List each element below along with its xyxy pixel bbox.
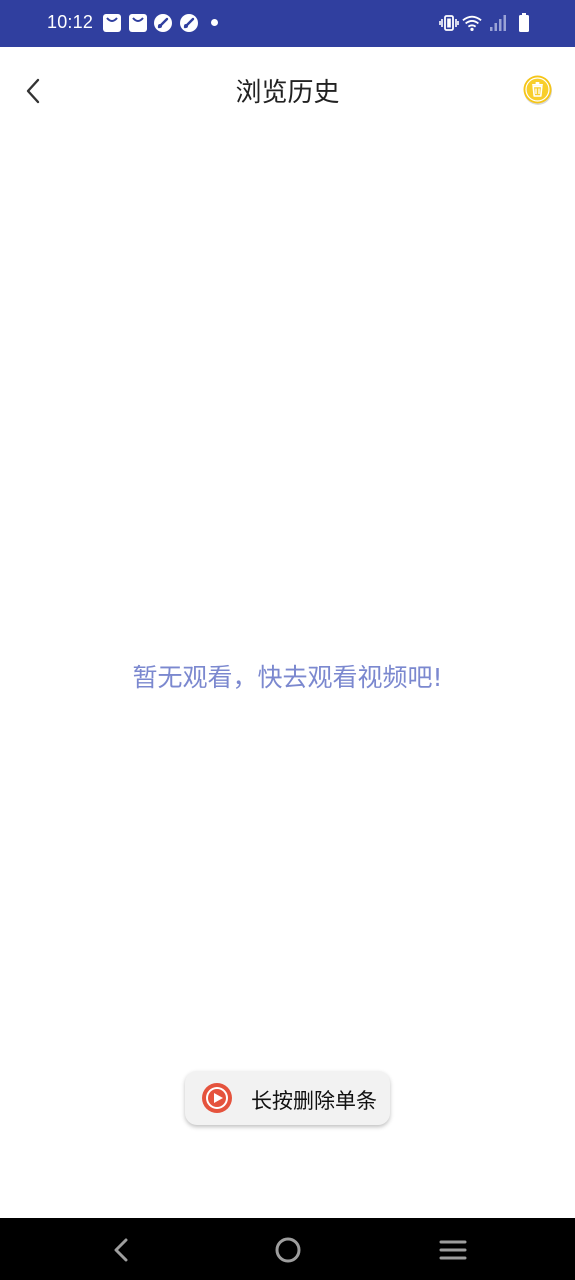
cellular-signal-icon [490,15,506,31]
toast-text: 长按删除单条 [251,1089,377,1113]
speed-app-icon [154,14,172,32]
more-notifications-dot [211,19,218,26]
status-bar: 10:12 [0,0,575,47]
back-triangle-icon[interactable] [106,1235,136,1265]
app-bar: 浏览历史 [0,47,575,131]
system-navigation-bar [0,1218,575,1280]
home-circle-icon[interactable] [273,1235,303,1265]
empty-history-message: 暂无观看，快去观看视频吧! [132,663,443,692]
speed-app-icon [180,14,198,32]
menu-lines-icon[interactable] [438,1235,468,1265]
battery-icon [519,13,529,32]
trash-icon [523,75,552,105]
video-play-icon [202,1083,232,1113]
vibrate-icon [439,15,459,31]
toast-message: 长按删除单条 [185,1071,390,1125]
bag-notification-icon [129,14,147,32]
status-time: 10:12 [47,12,94,32]
page-title: 浏览历史 [235,78,340,108]
bag-notification-icon [103,14,121,32]
delete-history-button[interactable] [521,73,555,107]
wifi-icon [462,15,482,31]
